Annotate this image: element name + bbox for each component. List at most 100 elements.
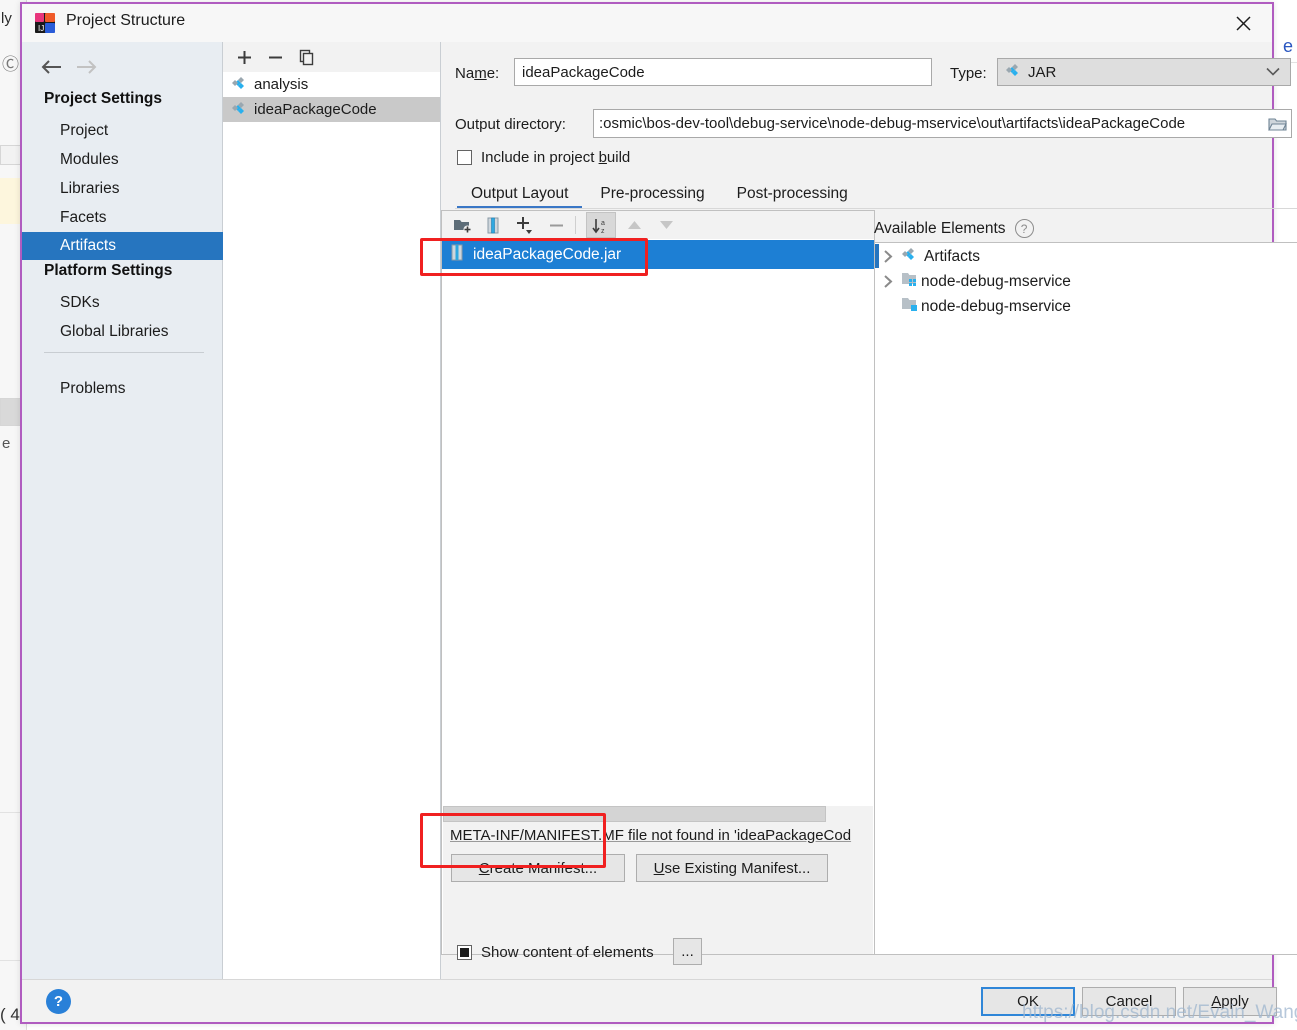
tree-item-node-debug-mservice-module[interactable]: node-debug-mservice: [875, 269, 1297, 294]
output-layout-hscrollbar[interactable]: [443, 806, 873, 822]
settings-sidebar: Project Settings Project Modules Librari…: [22, 42, 223, 982]
artifact-details-panel: Name: ideaPackageCode Type: JAR Output d…: [441, 42, 1297, 982]
output-directory-value: :osmic\bos-dev-tool\debug-service\node-d…: [599, 115, 1186, 132]
svg-text:z: z: [601, 228, 605, 234]
sidebar-item-label: SDKs: [60, 294, 100, 311]
tree-item-label: Artifacts: [924, 247, 980, 265]
sidebar-item-label: Modules: [60, 151, 119, 168]
available-elements-panel: Artifacts node-debug-mservice node-debug…: [874, 242, 1297, 955]
tabs-underline: [455, 208, 1297, 209]
artifact-icon: [231, 100, 247, 120]
tab-label: Post-processing: [736, 184, 848, 202]
cancel-button[interactable]: Cancel: [1082, 987, 1176, 1016]
copy-icon[interactable]: [291, 42, 321, 72]
plus-dropdown-icon[interactable]: [510, 212, 540, 238]
folder-add-icon[interactable]: [447, 212, 477, 238]
apply-label: Apply: [1211, 993, 1249, 1010]
jar-icon: [450, 244, 465, 266]
output-directory-label: Output directory:: [455, 116, 566, 133]
question-mark-icon[interactable]: ?: [1014, 219, 1034, 238]
apply-button[interactable]: Apply: [1183, 987, 1277, 1016]
tab-post-processing[interactable]: Post-processing: [721, 178, 864, 209]
show-content-options-button[interactable]: ...: [673, 938, 702, 965]
sidebar-item-modules[interactable]: Modules: [22, 147, 223, 173]
chevron-down-icon: [1266, 64, 1280, 81]
sort-az-icon[interactable]: a z: [586, 212, 616, 238]
tree-item-label: node-debug-mservice: [921, 272, 1071, 290]
ok-label: OK: [1017, 993, 1039, 1010]
arrow-left-icon[interactable]: [36, 52, 68, 82]
type-label: Type:: [950, 65, 987, 82]
module-output-icon: [901, 296, 919, 317]
sidebar-item-problems[interactable]: Problems: [22, 376, 223, 402]
sidebar-item-project[interactable]: Project: [22, 118, 223, 144]
help-button[interactable]: ?: [46, 989, 71, 1014]
artifact-tabs: Output Layout Pre-processing Post-proces…: [455, 178, 864, 209]
tree-item-artifacts[interactable]: Artifacts: [875, 244, 1297, 269]
cancel-label: Cancel: [1105, 993, 1153, 1010]
sidebar-group-platform-settings: Platform Settings: [44, 262, 173, 279]
artifact-name-input[interactable]: ideaPackageCode: [514, 58, 932, 86]
tab-label: Pre-processing: [600, 184, 705, 202]
artifact-name-value: ideaPackageCode: [522, 63, 645, 81]
chevron-right-icon[interactable]: [875, 250, 901, 263]
sidebar-item-label: Artifacts: [60, 237, 116, 254]
module-icon: [901, 271, 919, 292]
tree-item-node-debug-mservice-output[interactable]: node-debug-mservice: [875, 294, 1297, 319]
artifact-type-value: JAR: [1028, 63, 1057, 81]
include-in-project-build-label: Include in project build: [481, 149, 631, 166]
artifact-type-select[interactable]: JAR: [997, 58, 1291, 86]
list-item-label: analysis: [254, 76, 309, 93]
artifacts-list-toolbar: [223, 42, 440, 72]
manifest-not-found-message: META-INF/MANIFEST.MF file not found in '…: [450, 827, 852, 844]
list-item[interactable]: analysis: [223, 72, 440, 97]
dialog-titlebar: IJ Project Structure: [22, 4, 1272, 42]
output-directory-input[interactable]: :osmic\bos-dev-tool\debug-service\node-d…: [593, 109, 1292, 138]
output-layout-toolbar: a z: [442, 211, 874, 240]
archive-icon[interactable]: [478, 212, 508, 238]
ok-button[interactable]: OK: [981, 987, 1075, 1016]
sidebar-item-global-libraries[interactable]: Global Libraries: [22, 319, 223, 345]
tab-pre-processing[interactable]: Pre-processing: [584, 178, 720, 209]
manifest-area: META-INF/MANIFEST.MF file not found in '…: [443, 822, 873, 954]
screen: ly Ⓒ e ( 4 minutes ago) e IJ: [0, 0, 1297, 1030]
output-layout-panel: a z ideaPackageCode.jar META-INF/MANIFES…: [441, 210, 875, 955]
arrow-down-icon[interactable]: [651, 212, 681, 238]
show-content-of-elements-checkbox[interactable]: Show content of elements: [457, 944, 654, 961]
create-manifest-button[interactable]: Create Manifest...: [451, 854, 625, 882]
folder-icon[interactable]: [1263, 116, 1291, 132]
intellij-idea-icon: IJ: [34, 12, 56, 34]
plus-icon[interactable]: [229, 42, 259, 72]
svg-text:IJ: IJ: [38, 24, 44, 33]
arrow-right-icon[interactable]: [70, 52, 102, 82]
list-item-label: ideaPackageCode: [254, 101, 377, 118]
close-icon[interactable]: [1222, 8, 1264, 38]
use-existing-manifest-button[interactable]: Use Existing Manifest...: [636, 854, 828, 882]
chevron-right-icon[interactable]: [875, 275, 901, 288]
sidebar-item-libraries[interactable]: Libraries: [22, 176, 223, 202]
checkbox-box: [457, 150, 472, 165]
sidebar-item-label: Facets: [60, 209, 107, 226]
show-content-of-elements-label: Show content of elements: [481, 944, 654, 961]
svg-text:a: a: [601, 220, 605, 227]
sidebar-item-label: Libraries: [60, 180, 120, 197]
available-elements-title: Available Elements: [874, 219, 1006, 237]
name-label: Name:: [455, 65, 500, 82]
sidebar-item-label: Project: [60, 122, 109, 139]
sidebar-divider: [44, 352, 204, 353]
minus-icon[interactable]: [260, 42, 290, 72]
include-in-project-build-checkbox[interactable]: Include in project build: [457, 149, 630, 166]
background-text-3: e: [1283, 36, 1294, 56]
background-icon-circle: Ⓒ: [2, 55, 19, 74]
sidebar-item-artifacts[interactable]: Artifacts: [22, 232, 223, 260]
minus-icon[interactable]: [541, 212, 571, 238]
sidebar-item-sdks[interactable]: SDKs: [22, 290, 223, 316]
available-elements-header: Available Elements ?: [874, 219, 1034, 238]
arrow-up-icon[interactable]: [619, 212, 649, 238]
scrollbar-thumb[interactable]: [443, 806, 826, 822]
checkbox-box: [457, 945, 472, 960]
list-item[interactable]: ideaPackageCode: [223, 97, 440, 122]
output-layout-row[interactable]: ideaPackageCode.jar: [442, 240, 874, 269]
tab-output-layout[interactable]: Output Layout: [455, 178, 584, 209]
sidebar-item-facets[interactable]: Facets: [22, 205, 223, 231]
